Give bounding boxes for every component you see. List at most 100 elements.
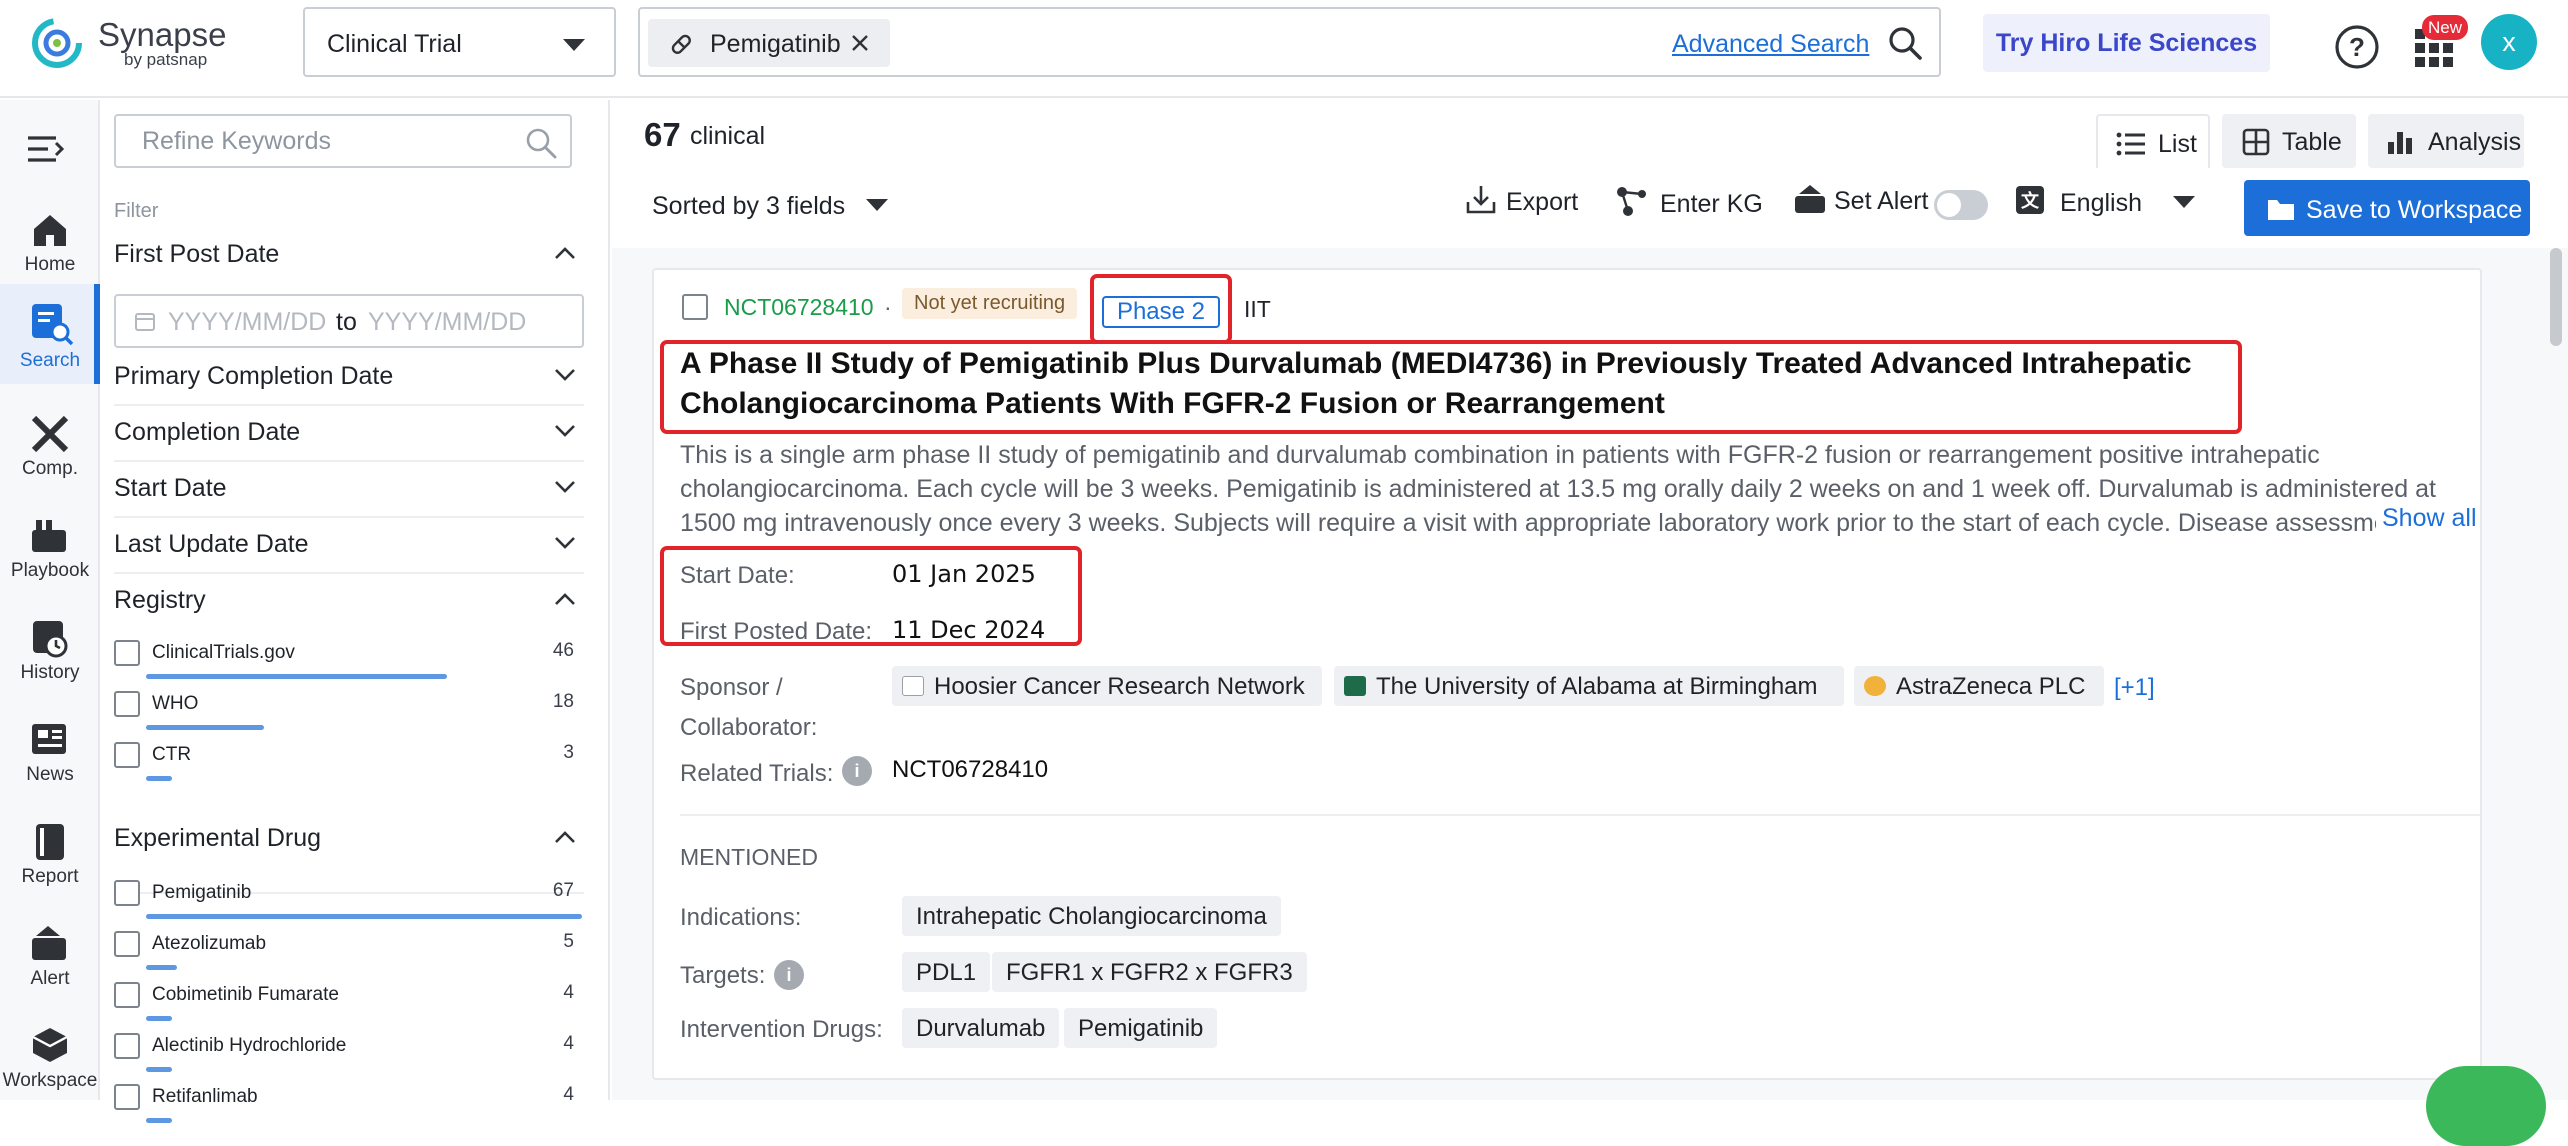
workspace-icon: [30, 1026, 70, 1066]
checkbox[interactable]: [114, 1084, 140, 1110]
close-icon[interactable]: [850, 33, 870, 53]
nav-search[interactable]: Search: [0, 284, 100, 384]
indication-tag[interactable]: Intrahepatic Cholangiocarcinoma: [902, 896, 1281, 936]
registry-section[interactable]: Registry: [114, 586, 584, 615]
target-tag[interactable]: FGFR1 x FGFR2 x FGFR3: [992, 952, 1307, 992]
first-post-date-range[interactable]: YYYY/MM/DD to YYYY/MM/DD: [114, 294, 584, 348]
nav-history[interactable]: History: [0, 600, 100, 692]
filter-panel: Filter First Post Date YYYY/MM/DD to YYY…: [102, 100, 610, 1100]
sort-dropdown[interactable]: Sorted by 3 fields: [652, 192, 888, 221]
info-icon[interactable]: i: [842, 756, 872, 786]
menu-expand-icon[interactable]: [26, 134, 66, 164]
advanced-search-link[interactable]: Advanced Search: [1672, 30, 1869, 59]
tab-table[interactable]: Table: [2222, 114, 2356, 168]
related-trials-value[interactable]: NCT06728410: [892, 756, 1048, 784]
target-tag[interactable]: PDL1: [902, 952, 990, 992]
search-box[interactable]: Pemigatinib Advanced Search: [638, 7, 1941, 77]
checkbox[interactable]: [114, 931, 140, 957]
filter-option-count: 4: [563, 982, 574, 1004]
filter-option[interactable]: Alectinib Hydrochloride4: [114, 1029, 584, 1079]
checkbox[interactable]: [114, 742, 140, 768]
filter-option-count: 5: [563, 931, 574, 953]
chevron-down-icon: [554, 536, 576, 550]
nav-workspace[interactable]: Workspace: [0, 1008, 100, 1100]
database-select[interactable]: Clinical Trial: [303, 7, 616, 77]
floating-action-button[interactable]: [2426, 1066, 2546, 1146]
sponsor-chip[interactable]: The University of Alabama at Birmingham: [1334, 666, 1844, 706]
synapse-logo-icon[interactable]: [28, 14, 88, 72]
home-icon: [30, 210, 70, 250]
tab-list-label: List: [2158, 130, 2197, 159]
drug-tag[interactable]: Durvalumab: [902, 1008, 1059, 1048]
set-alert-toggle[interactable]: [1934, 190, 1988, 220]
filter-option[interactable]: Retifanlimab4: [114, 1080, 584, 1130]
checkbox[interactable]: [114, 982, 140, 1008]
search-icon[interactable]: [1886, 24, 1924, 62]
registry-title: Registry: [114, 586, 206, 614]
results-scrollbar[interactable]: [2550, 248, 2562, 346]
result-type-word: clinical: [690, 122, 765, 151]
help-icon[interactable]: ?: [2334, 24, 2380, 70]
save-to-workspace-button[interactable]: Save to Workspace: [2244, 180, 2530, 236]
more-sponsors-link[interactable]: [+1]: [2114, 674, 2155, 702]
tab-analysis[interactable]: Analysis: [2368, 114, 2524, 168]
experimental-drug-section[interactable]: Experimental Drug: [114, 824, 584, 853]
info-icon[interactable]: i: [774, 960, 804, 990]
count-bar: [146, 1016, 172, 1021]
filter-option[interactable]: Pemigatinib67: [114, 876, 584, 926]
filter-option[interactable]: Atezolizumab5: [114, 927, 584, 977]
checkbox[interactable]: [114, 880, 140, 906]
primary-completion-date-section[interactable]: Primary Completion Date: [114, 362, 584, 391]
enter-kg-button[interactable]: Enter KG: [1614, 184, 1763, 219]
export-button[interactable]: Export: [1466, 184, 1578, 217]
checkbox[interactable]: [114, 1033, 140, 1059]
drug-tag[interactable]: Pemigatinib: [1064, 1008, 1217, 1048]
tab-table-label: Table: [2282, 128, 2342, 157]
tab-list[interactable]: List: [2096, 114, 2210, 168]
filter-option[interactable]: Cobimetinib Fumarate4: [114, 978, 584, 1028]
chevron-up-icon: [554, 246, 576, 260]
trial-checkbox[interactable]: [682, 294, 708, 320]
checkbox[interactable]: [114, 691, 140, 717]
sponsor-name: Hoosier Cancer Research Network: [934, 673, 1305, 701]
checkbox[interactable]: [114, 640, 140, 666]
nav-home[interactable]: Home: [0, 192, 100, 284]
sponsor-chip[interactable]: Hoosier Cancer Research Network: [892, 666, 1322, 706]
nav-playbook[interactable]: Playbook: [0, 498, 100, 590]
filter-option[interactable]: CTR3: [114, 738, 584, 788]
nav-alert-label: Alert: [0, 968, 100, 990]
date-from-input[interactable]: YYYY/MM/DD: [168, 308, 326, 337]
folder-icon: [2266, 196, 2296, 222]
status-badge: Not yet recruiting: [902, 288, 1077, 319]
organization-icon: [902, 676, 924, 696]
last-update-date-section[interactable]: Last Update Date: [114, 530, 584, 559]
try-hiro-button[interactable]: Try Hiro Life Sciences: [1983, 14, 2270, 72]
nav-home-label: Home: [0, 254, 100, 276]
completion-date-section[interactable]: Completion Date: [114, 418, 584, 447]
filter-option[interactable]: WHO18: [114, 687, 584, 737]
toggle-knob: [1937, 193, 1961, 217]
search-chip[interactable]: Pemigatinib: [648, 19, 890, 67]
nav-report[interactable]: Report: [0, 804, 100, 896]
logo-subtext: by patsnap: [124, 50, 207, 70]
nav-news[interactable]: News: [0, 702, 100, 794]
filter-option[interactable]: ClinicalTrials.gov46: [114, 636, 584, 686]
nav-comp[interactable]: Comp.: [0, 396, 100, 488]
search-icon[interactable]: [524, 126, 558, 160]
show-all-link[interactable]: Show all: [2376, 504, 2477, 533]
chevron-up-icon: [554, 592, 576, 606]
language-select[interactable]: 文English: [2014, 184, 2195, 218]
sponsor-chip[interactable]: AstraZeneca PLC: [1854, 666, 2104, 706]
save-to-workspace-label: Save to Workspace: [2306, 196, 2522, 225]
nav-alert[interactable]: Alert: [0, 906, 100, 998]
refine-keywords-input[interactable]: [118, 118, 498, 164]
start-date-section[interactable]: Start Date: [114, 474, 584, 503]
refine-keywords-box: [114, 114, 572, 168]
first-post-date-section[interactable]: First Post Date: [114, 240, 584, 269]
avatar[interactable]: x: [2481, 14, 2537, 70]
trial-nct-id[interactable]: NCT06728410: [724, 294, 874, 321]
date-to-input[interactable]: YYYY/MM/DD: [368, 308, 526, 337]
trial-description: This is a single arm phase II study of p…: [680, 438, 2480, 538]
playbook-icon: [30, 516, 70, 556]
intervention-drugs-label: Intervention Drugs:: [680, 1016, 883, 1044]
